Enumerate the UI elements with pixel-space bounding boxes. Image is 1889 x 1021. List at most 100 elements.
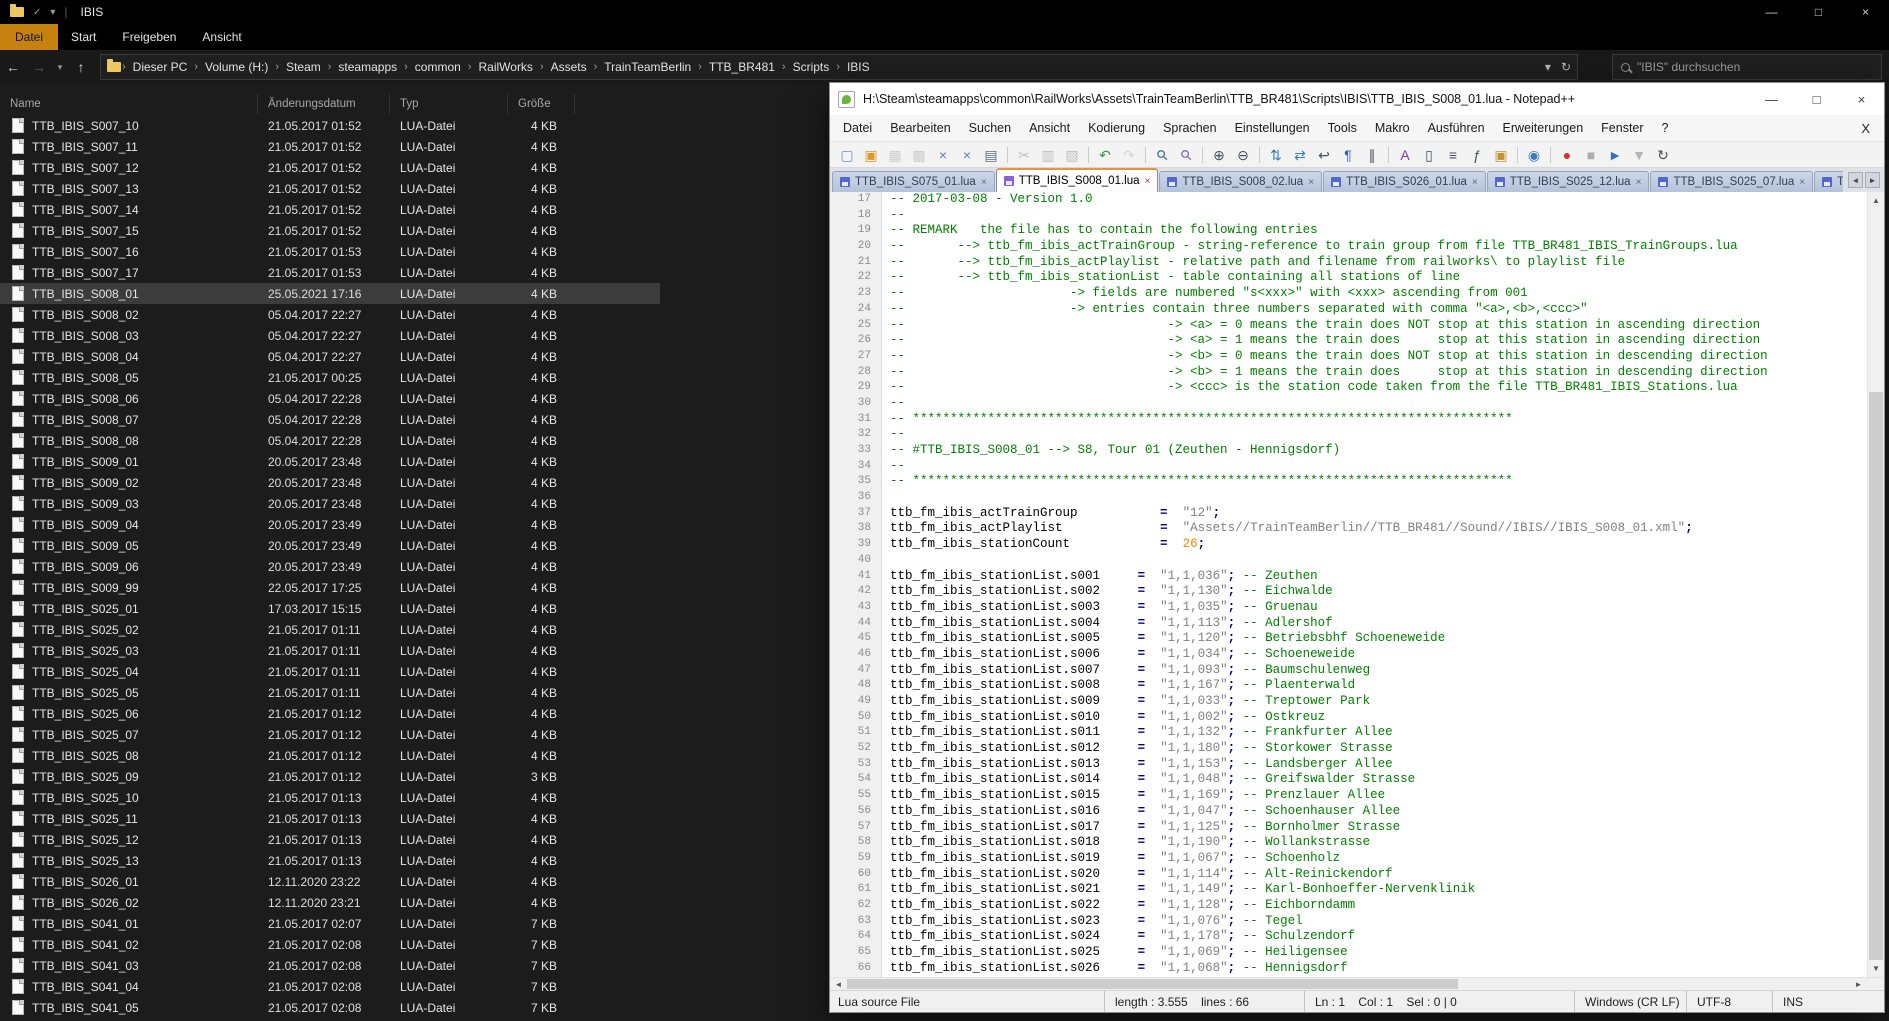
breadcrumb-segment[interactable]: steamapps <box>332 60 403 74</box>
breadcrumb-segment[interactable]: Scripts <box>787 60 836 74</box>
scroll-right-icon[interactable]: ► <box>1850 978 1867 990</box>
file-row[interactable]: TTB_IBIS_S008_08 05.04.2017 22:28 LUA-Date… <box>0 430 660 451</box>
minimize-button[interactable]: — <box>1748 0 1795 24</box>
document-list-icon[interactable]: ≡ <box>1441 143 1465 166</box>
folder-as-workspace-icon[interactable]: ▣ <box>1489 143 1513 166</box>
quick-access-toggle-icon[interactable]: ▾ <box>50 7 55 18</box>
forward-icon[interactable]: → <box>26 59 52 75</box>
open-file-icon[interactable]: ▣ <box>859 143 883 166</box>
breadcrumb-segment[interactable]: RailWorks <box>472 60 538 74</box>
breadcrumb-segment[interactable]: Volume (H:) <box>199 60 274 74</box>
code-area[interactable]: -- 2017-03-08 - Version 1.0 -- -- REMARK t… <box>882 192 1884 977</box>
breadcrumb-segment[interactable]: TrainTeamBerlin <box>598 60 697 74</box>
address-dropdown-icon[interactable]: ▾ <box>1545 60 1551 74</box>
new-file-icon[interactable]: ▢ <box>835 143 859 166</box>
file-row[interactable]: TTB_IBIS_S007_12 21.05.2017 01:52 LUA-Date… <box>0 157 660 178</box>
file-row[interactable]: TTB_IBIS_S025_07 21.05.2017 01:12 LUA-Date… <box>0 724 660 745</box>
file-row[interactable]: TTB_IBIS_S007_10 21.05.2017 01:52 LUA-Date… <box>0 115 660 136</box>
history-dropdown-icon[interactable]: ▾ <box>52 62 68 73</box>
close-all-icon[interactable]: × <box>955 143 979 166</box>
menu-kodierung[interactable]: Kodierung <box>1079 121 1154 135</box>
file-row[interactable]: TTB_IBIS_S008_04 05.04.2017 22:27 LUA-Date… <box>0 346 660 367</box>
vertical-scrollbar[interactable]: ▲ ▼ <box>1867 192 1884 977</box>
file-row[interactable]: TTB_IBIS_S025_03 21.05.2017 01:11 LUA-Date… <box>0 640 660 661</box>
horizontal-scrollbar-thumb[interactable] <box>847 979 1459 989</box>
tab-close-icon[interactable]: × <box>1308 177 1314 188</box>
back-icon[interactable]: ← <box>0 59 26 75</box>
monitoring-icon[interactable]: ◉ <box>1522 143 1546 166</box>
file-row[interactable]: TTB_IBIS_S025_12 21.05.2017 01:13 LUA-Date… <box>0 829 660 850</box>
menu-einstellungen[interactable]: Einstellungen <box>1226 121 1319 135</box>
file-row[interactable]: TTB_IBIS_S007_14 21.05.2017 01:52 LUA-Date… <box>0 199 660 220</box>
menu-datei[interactable]: Datei <box>834 121 881 135</box>
quick-access-check-icon[interactable]: ✓ <box>33 7 41 18</box>
file-row[interactable]: TTB_IBIS_S009_04 20.05.2017 23:49 LUA-Date… <box>0 514 660 535</box>
file-row[interactable]: TTB_IBIS_S026_01 12.11.2020 23:22 LUA-Date… <box>0 871 660 892</box>
file-row[interactable]: TTB_IBIS_S025_02 21.05.2017 01:11 LUA-Date… <box>0 619 660 640</box>
ribbon-tab-start[interactable]: Start <box>58 24 109 50</box>
tab-close-icon[interactable]: × <box>981 177 987 188</box>
breadcrumb-segment[interactable]: Steam <box>280 60 327 74</box>
menubar-close-icon[interactable]: X <box>1861 121 1884 136</box>
file-row[interactable]: TTB_IBIS_S026_02 12.11.2020 23:21 LUA-Date… <box>0 892 660 913</box>
menu-help[interactable]: ? <box>1653 121 1678 135</box>
file-row[interactable]: TTB_IBIS_S009_06 20.05.2017 23:49 LUA-Date… <box>0 556 660 577</box>
show-all-characters-icon[interactable]: ¶ <box>1336 143 1360 166</box>
file-row[interactable]: TTB_IBIS_S008_03 05.04.2017 22:27 LUA-Date… <box>0 325 660 346</box>
file-row[interactable]: TTB_IBIS_S025_08 21.05.2017 01:12 LUA-Date… <box>0 745 660 766</box>
menu-tools[interactable]: Tools <box>1319 121 1366 135</box>
user-language-icon[interactable]: A <box>1393 143 1417 166</box>
search-input[interactable]: "IBIS" durchsuchen <box>1612 54 1882 80</box>
file-row[interactable]: TTB_IBIS_S025_13 21.05.2017 01:13 LUA-Date… <box>0 850 660 871</box>
horizontal-scrollbar[interactable]: ◄ ► <box>830 977 1884 990</box>
word-wrap-icon[interactable]: ↩ <box>1312 143 1336 166</box>
close-button[interactable]: × <box>1842 0 1889 24</box>
file-row[interactable]: TTB_IBIS_S025_06 21.05.2017 01:12 LUA-Date… <box>0 703 660 724</box>
file-row[interactable]: TTB_IBIS_S009_99 22.05.2017 17:25 LUA-Date… <box>0 577 660 598</box>
minimize-button[interactable]: — <box>1749 83 1794 115</box>
zoom-in-icon[interactable]: ⊕ <box>1207 143 1231 166</box>
file-row[interactable]: TTB_IBIS_S041_04 21.05.2017 02:08 LUA-Date… <box>0 976 660 997</box>
document-tab[interactable]: TTB_IBIS_S075_01.lua × <box>832 171 995 192</box>
tab-scroll-left-icon[interactable]: ◄ <box>1848 172 1863 188</box>
find-icon[interactable]: ⚲ <box>1150 143 1174 166</box>
up-icon[interactable]: ↑ <box>68 59 94 75</box>
document-tab[interactable]: TTB_IBIS_S008_01.lua × <box>995 168 1159 192</box>
vertical-scrollbar-thumb[interactable] <box>1869 392 1883 960</box>
scroll-left-icon[interactable]: ◄ <box>830 978 847 990</box>
menu-bearbeiten[interactable]: Bearbeiten <box>881 121 959 135</box>
indent-guide-icon[interactable]: ∥ <box>1360 143 1384 166</box>
tab-close-icon[interactable]: × <box>1636 177 1642 188</box>
menu-ausfhren[interactable]: Ausführen <box>1419 121 1494 135</box>
file-row[interactable]: TTB_IBIS_S007_15 21.05.2017 01:52 LUA-Date… <box>0 220 660 241</box>
tab-close-icon[interactable]: × <box>1799 177 1805 188</box>
undo-icon[interactable]: ↶ <box>1093 143 1117 166</box>
scroll-up-icon[interactable]: ▲ <box>1868 192 1884 209</box>
menu-erweiterungen[interactable]: Erweiterungen <box>1494 121 1593 135</box>
file-row[interactable]: TTB_IBIS_S008_07 05.04.2017 22:28 LUA-Date… <box>0 409 660 430</box>
ribbon-tab-datei[interactable]: Datei <box>0 24 59 50</box>
ribbon-tab-freigeben[interactable]: Freigeben <box>109 24 189 50</box>
document-tab[interactable]: TTB_IBIS_S025_07.lua × <box>1650 171 1814 192</box>
breadcrumb-segment[interactable]: Dieser PC <box>127 60 194 74</box>
file-row[interactable]: TTB_IBIS_S008_02 05.04.2017 22:27 LUA-Date… <box>0 304 660 325</box>
menu-suchen[interactable]: Suchen <box>960 121 1020 135</box>
print-icon[interactable]: ▤ <box>979 143 1003 166</box>
macro-play-icon[interactable]: ► <box>1603 143 1627 166</box>
file-row[interactable]: TTB_IBIS_S041_03 21.05.2017 02:08 LUA-Date… <box>0 955 660 976</box>
column-header-type[interactable]: Typ <box>390 94 508 114</box>
file-row[interactable]: TTB_IBIS_S041_05 21.05.2017 02:08 LUA-Date… <box>0 997 660 1018</box>
sync-horizontal-icon[interactable]: ⇄ <box>1288 143 1312 166</box>
file-row[interactable]: TTB_IBIS_S009_01 20.05.2017 23:48 LUA-Date… <box>0 451 660 472</box>
file-row[interactable]: TTB_IBIS_S025_05 21.05.2017 01:11 LUA-Date… <box>0 682 660 703</box>
document-map-icon[interactable]: ▯ <box>1417 143 1441 166</box>
file-row[interactable]: TTB_IBIS_S025_04 21.05.2017 01:11 LUA-Date… <box>0 661 660 682</box>
breadcrumb-segment[interactable]: TTB_BR481 <box>703 60 781 74</box>
macro-run-icon[interactable]: ↻ <box>1651 143 1675 166</box>
file-row[interactable]: TTB_IBIS_S007_13 21.05.2017 01:52 LUA-Date… <box>0 178 660 199</box>
document-tab[interactable]: TTB_IBIS_S025_12.lua × <box>1486 171 1650 192</box>
close-file-icon[interactable]: × <box>931 143 955 166</box>
scroll-down-icon[interactable]: ▼ <box>1868 960 1884 977</box>
file-row[interactable]: TTB_IBIS_S025_09 21.05.2017 01:12 LUA-Date… <box>0 766 660 787</box>
file-row[interactable]: TTB_IBIS_S008_01 25.05.2021 17:16 LUA-Date… <box>0 283 660 304</box>
